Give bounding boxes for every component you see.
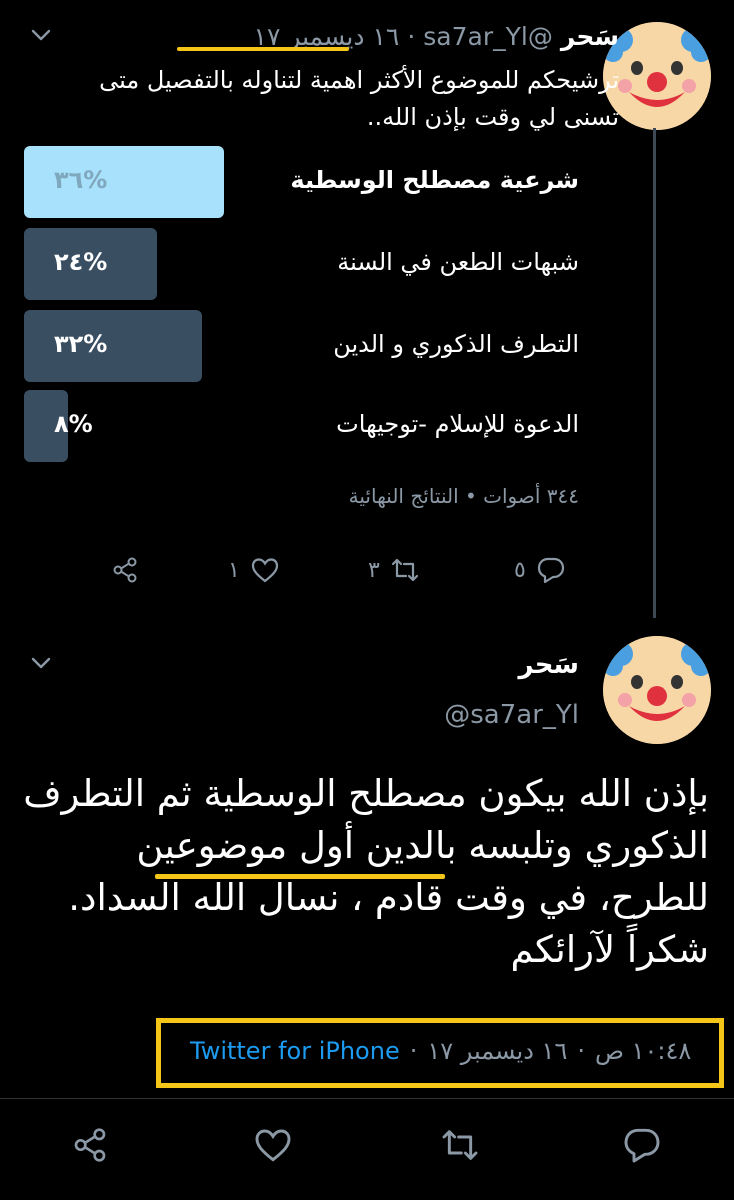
avatar[interactable]: [603, 22, 711, 130]
heart-icon: [253, 1125, 293, 1165]
divider: [0, 1098, 734, 1099]
retweet-count: ٣: [368, 557, 380, 583]
tweet-actions: ١ ٣ ٥: [110, 555, 580, 591]
poll-option: %٢٤ شبهات الطعن في السنة: [24, 228, 579, 300]
retweet-button[interactable]: [440, 1125, 480, 1165]
chevron-down-icon[interactable]: [30, 24, 52, 46]
poll-label: التطرف الذكوري و الدين: [333, 330, 579, 358]
chevron-down-icon[interactable]: [30, 652, 52, 674]
retweet-icon: [390, 555, 420, 585]
poll-label: الدعوة للإسلام -توجيهات: [336, 410, 579, 438]
poll-option: %٨ الدعوة للإسلام -توجيهات: [24, 390, 579, 462]
poll-meta: ٣٤٤ أصوات • النتائج النهائية: [348, 484, 579, 508]
poll-label: شبهات الطعن في السنة: [337, 248, 579, 276]
share-icon: [70, 1125, 110, 1165]
like-button[interactable]: ١: [228, 555, 280, 585]
poll-percent: %٨: [54, 410, 93, 438]
highlight-underline: [177, 47, 349, 51]
poll-label: شرعية مصطلح الوسطية: [290, 166, 579, 194]
source-link[interactable]: Twitter for iPhone: [190, 1037, 400, 1065]
display-name[interactable]: سَحر: [519, 650, 579, 680]
tweet-date: ١٦ ديسمبر ١٧: [427, 1037, 568, 1065]
poll-option: %٣٢ التطرف الذكوري و الدين: [24, 310, 579, 382]
share-button[interactable]: [70, 1125, 110, 1165]
poll-bar: [24, 310, 202, 382]
thread-line: [653, 128, 656, 618]
separator-dot: ·: [407, 22, 416, 51]
retweet-icon: [440, 1125, 480, 1165]
poll-percent: %٣٢: [54, 330, 108, 358]
poll-option: %٣٦ شرعية مصطلح الوسطية: [24, 146, 579, 218]
reply-icon: [536, 555, 566, 585]
reply-button[interactable]: ٥: [514, 555, 566, 585]
display-name[interactable]: سَحر: [561, 22, 619, 51]
share-button[interactable]: [110, 555, 140, 585]
poll-percent: %٣٦: [54, 166, 108, 194]
tweet-text: بإذن الله بيكون مصطلح الوسطية ثم التطرف …: [23, 772, 709, 972]
avatar[interactable]: [603, 636, 711, 744]
handle[interactable]: @sa7ar_Yl: [423, 22, 553, 51]
reply-count: ٥: [514, 557, 526, 583]
separator-dot: ·: [409, 1037, 418, 1065]
share-icon: [110, 555, 140, 585]
like-button[interactable]: [253, 1125, 293, 1165]
like-count: ١: [228, 557, 240, 583]
handle[interactable]: @sa7ar_Yl: [444, 700, 579, 730]
poll-percent: %٢٤: [54, 248, 108, 276]
highlight-underline: [155, 874, 445, 879]
reply-button[interactable]: [622, 1125, 662, 1165]
heart-icon: [250, 555, 280, 585]
tweet-actions: [70, 1125, 670, 1175]
tweet-meta: Twitter for iPhone · ١٦ ديسمبر ١٧ · ١٠:٤…: [190, 1037, 691, 1065]
reply-icon: [622, 1125, 662, 1165]
retweet-button[interactable]: ٣: [368, 555, 420, 585]
separator-dot: ·: [577, 1037, 585, 1065]
tweet-text: ترشيحكم للموضوع الأكثر اهمية لتناوله بال…: [99, 66, 619, 132]
tweet-time: ١٠:٤٨ ص: [594, 1037, 692, 1065]
